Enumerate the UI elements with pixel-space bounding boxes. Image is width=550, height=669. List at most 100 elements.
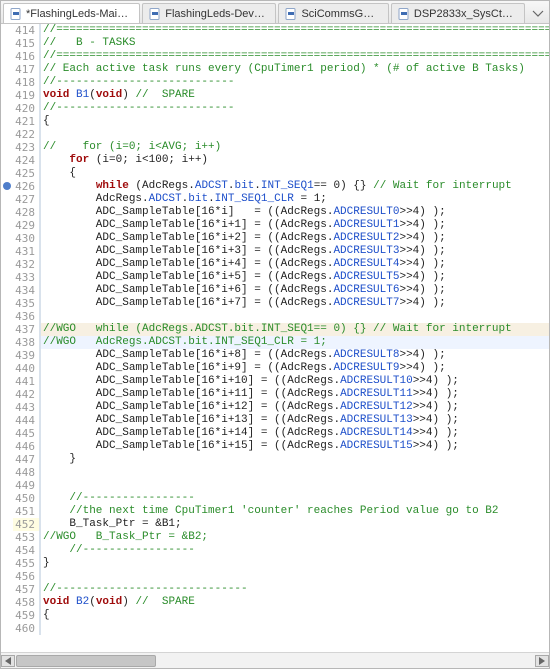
- code-line[interactable]: 420//---------------------------: [1, 102, 549, 115]
- code-line[interactable]: 449: [1, 479, 549, 492]
- code-viewport[interactable]: 414//===================================…: [1, 24, 549, 652]
- gutter-marker[interactable]: [1, 609, 13, 622]
- gutter-marker[interactable]: [1, 557, 13, 570]
- tab-0[interactable]: *FlashingLeds-Main.c: [3, 3, 140, 23]
- gutter-marker[interactable]: [1, 375, 13, 388]
- code-line[interactable]: 418//---------------------------: [1, 76, 549, 89]
- code-line[interactable]: 439 ADC_SampleTable[16*i+8] = ((AdcRegs.…: [1, 349, 549, 362]
- gutter-marker[interactable]: [1, 336, 13, 349]
- code-line[interactable]: 445 ADC_SampleTable[16*i+14] = ((AdcRegs…: [1, 427, 549, 440]
- code-line[interactable]: 458void B2(void) // SPARE: [1, 596, 549, 609]
- gutter-marker[interactable]: [1, 232, 13, 245]
- gutter-marker[interactable]: [1, 427, 13, 440]
- gutter-marker[interactable]: [1, 141, 13, 154]
- code-line[interactable]: 455}: [1, 557, 549, 570]
- gutter-marker[interactable]: [1, 362, 13, 375]
- code-line[interactable]: 438//WGO AdcRegs.ADCST.bit.INT_SEQ1_CLR …: [1, 336, 549, 349]
- code-line[interactable]: 433 ADC_SampleTable[16*i+5] = ((AdcRegs.…: [1, 271, 549, 284]
- code-line[interactable]: 459{: [1, 609, 549, 622]
- gutter-marker[interactable]: [1, 128, 13, 141]
- gutter-marker[interactable]: [1, 102, 13, 115]
- code-line[interactable]: 452 B_Task_Ptr = &B1;: [1, 518, 549, 531]
- gutter-marker[interactable]: [1, 466, 13, 479]
- gutter-marker[interactable]: [1, 167, 13, 180]
- tab-overflow-button[interactable]: [529, 4, 547, 22]
- gutter-marker[interactable]: [1, 245, 13, 258]
- code-line[interactable]: 428 ADC_SampleTable[16*i] = ((AdcRegs.AD…: [1, 206, 549, 219]
- gutter-marker[interactable]: [1, 349, 13, 362]
- tab-3[interactable]: DSP2833x_SysCtrl.c: [391, 3, 525, 23]
- gutter-marker[interactable]: [1, 414, 13, 427]
- horizontal-scrollbar[interactable]: [1, 652, 549, 668]
- code-line[interactable]: 430 ADC_SampleTable[16*i+2] = ((AdcRegs.…: [1, 232, 549, 245]
- gutter-marker[interactable]: [1, 284, 13, 297]
- gutter-marker[interactable]: [1, 63, 13, 76]
- gutter-marker[interactable]: [1, 401, 13, 414]
- gutter-marker[interactable]: [1, 37, 13, 50]
- code-line[interactable]: 442 ADC_SampleTable[16*i+11] = ((AdcRegs…: [1, 388, 549, 401]
- code-line[interactable]: 422: [1, 128, 549, 141]
- gutter-marker[interactable]: [1, 193, 13, 206]
- code-line[interactable]: 417// Each active task runs every (CpuTi…: [1, 63, 549, 76]
- code-line[interactable]: 437//WGO while (AdcRegs.ADCST.bit.INT_SE…: [1, 323, 549, 336]
- code-line[interactable]: 419void B1(void) // SPARE: [1, 89, 549, 102]
- code-line[interactable]: 441 ADC_SampleTable[16*i+10] = ((AdcRegs…: [1, 375, 549, 388]
- gutter-marker[interactable]: [1, 297, 13, 310]
- gutter-marker[interactable]: [1, 531, 13, 544]
- code-line[interactable]: 457//-----------------------------: [1, 583, 549, 596]
- gutter-marker[interactable]: [1, 440, 13, 453]
- gutter-marker[interactable]: [1, 50, 13, 63]
- gutter-marker[interactable]: [1, 622, 13, 635]
- gutter-marker[interactable]: [1, 271, 13, 284]
- scroll-left-button[interactable]: [1, 655, 15, 667]
- gutter-marker[interactable]: [1, 89, 13, 102]
- code-line[interactable]: 414//===================================…: [1, 24, 549, 37]
- gutter-marker[interactable]: [1, 310, 13, 323]
- code-line[interactable]: 426 while (AdcRegs.ADCST.bit.INT_SEQ1== …: [1, 180, 549, 193]
- code-line[interactable]: 444 ADC_SampleTable[16*i+13] = ((AdcRegs…: [1, 414, 549, 427]
- scroll-thumb[interactable]: [16, 655, 156, 667]
- code-line[interactable]: 453//WGO B_Task_Ptr = &B2;: [1, 531, 549, 544]
- code-line[interactable]: 432 ADC_SampleTable[16*i+4] = ((AdcRegs.…: [1, 258, 549, 271]
- code-line[interactable]: 436: [1, 310, 549, 323]
- gutter-marker[interactable]: [1, 206, 13, 219]
- gutter-marker[interactable]: [1, 323, 13, 336]
- gutter-marker[interactable]: [1, 180, 13, 193]
- code-line[interactable]: 451 //the next time CpuTimer1 'counter' …: [1, 505, 549, 518]
- code-line[interactable]: 424 for (i=0; i<100; i++): [1, 154, 549, 167]
- gutter-marker[interactable]: [1, 76, 13, 89]
- gutter-marker[interactable]: [1, 492, 13, 505]
- code-line[interactable]: 429 ADC_SampleTable[16*i+1] = ((AdcRegs.…: [1, 219, 549, 232]
- code-line[interactable]: 447 }: [1, 453, 549, 466]
- gutter-marker[interactable]: [1, 115, 13, 128]
- tab-2[interactable]: SciCommsGui.c: [278, 3, 388, 23]
- gutter-marker[interactable]: [1, 388, 13, 401]
- code-line[interactable]: 454 //-----------------: [1, 544, 549, 557]
- gutter-marker[interactable]: [1, 219, 13, 232]
- gutter-marker[interactable]: [1, 258, 13, 271]
- code-line[interactable]: 450 //-----------------: [1, 492, 549, 505]
- code-line[interactable]: 423// for (i=0; i<AVG; i++): [1, 141, 549, 154]
- code-line[interactable]: 456: [1, 570, 549, 583]
- gutter-marker[interactable]: [1, 453, 13, 466]
- code-line[interactable]: 427 AdcRegs.ADCST.bit.INT_SEQ1_CLR = 1;: [1, 193, 549, 206]
- gutter-marker[interactable]: [1, 596, 13, 609]
- gutter-marker[interactable]: [1, 518, 13, 531]
- tab-1[interactable]: FlashingLeds-DevI…: [142, 3, 276, 23]
- code-line[interactable]: 435 ADC_SampleTable[16*i+7] = ((AdcRegs.…: [1, 297, 549, 310]
- code-line[interactable]: 460: [1, 622, 549, 635]
- code-line[interactable]: 415// B - TASKS: [1, 37, 549, 50]
- gutter-marker[interactable]: [1, 544, 13, 557]
- gutter-marker[interactable]: [1, 479, 13, 492]
- gutter-marker[interactable]: [1, 154, 13, 167]
- scroll-right-button[interactable]: [535, 655, 549, 667]
- code-line[interactable]: 421{: [1, 115, 549, 128]
- gutter-marker[interactable]: [1, 570, 13, 583]
- gutter-marker[interactable]: [1, 24, 13, 37]
- code-line[interactable]: 434 ADC_SampleTable[16*i+6] = ((AdcRegs.…: [1, 284, 549, 297]
- code-line[interactable]: 448: [1, 466, 549, 479]
- code-line[interactable]: 431 ADC_SampleTable[16*i+3] = ((AdcRegs.…: [1, 245, 549, 258]
- code-line[interactable]: 425 {: [1, 167, 549, 180]
- code-line[interactable]: 446 ADC_SampleTable[16*i+15] = ((AdcRegs…: [1, 440, 549, 453]
- code-line[interactable]: 440 ADC_SampleTable[16*i+9] = ((AdcRegs.…: [1, 362, 549, 375]
